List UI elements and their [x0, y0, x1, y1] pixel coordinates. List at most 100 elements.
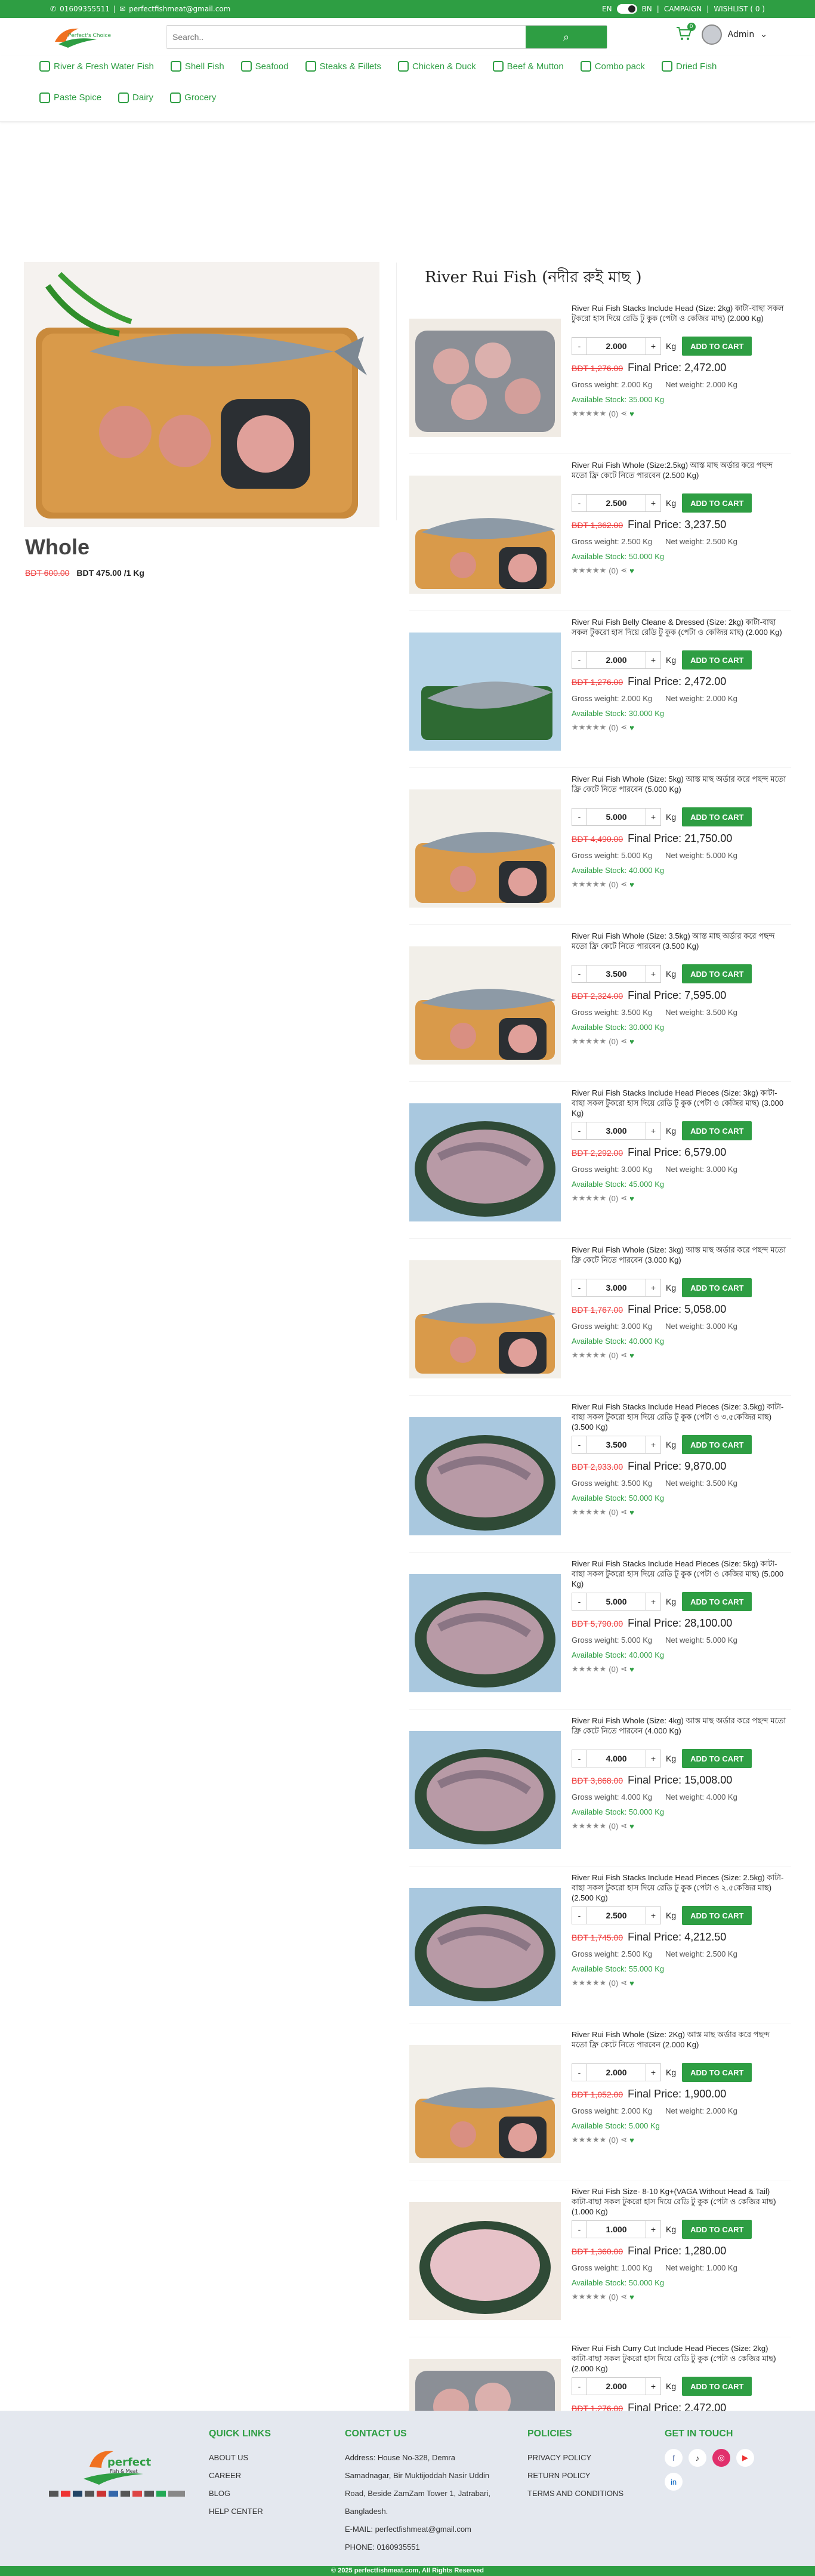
wishlist-link[interactable]: WISHLIST ( 0 )	[714, 5, 765, 13]
quantity-value[interactable]: 3.500	[586, 1436, 646, 1453]
minus-button[interactable]: -	[572, 1122, 586, 1139]
add-to-cart-button[interactable]: ADD TO CART	[682, 1278, 752, 1297]
heart-icon[interactable]: ♥	[629, 1037, 634, 1046]
facebook-icon[interactable]: f	[665, 2449, 683, 2467]
quantity-value[interactable]: 2.000	[586, 338, 646, 354]
heart-icon[interactable]: ♥	[629, 409, 634, 418]
add-to-cart-button[interactable]: ADD TO CART	[682, 2063, 752, 2082]
footer-link-blog[interactable]: BLOG	[209, 2485, 271, 2503]
variant-name[interactable]: River Rui Fish Whole (Size: 2Kg) আস্ত মা…	[572, 2029, 786, 2060]
plus-button[interactable]: +	[646, 652, 660, 668]
linkedin-icon[interactable]: in	[665, 2473, 683, 2491]
campaign-link[interactable]: CAMPAIGN	[664, 5, 702, 13]
quantity-value[interactable]: 5.000	[586, 1593, 646, 1610]
plus-button[interactable]: +	[646, 1750, 660, 1767]
variant-image[interactable]	[409, 1417, 561, 1535]
cart-button[interactable]: 0	[674, 23, 696, 45]
footer-logo[interactable]: perfect Fish & Meat	[48, 2443, 191, 2506]
minus-button[interactable]: -	[572, 809, 586, 825]
share-icon[interactable]: ⋖	[620, 2135, 627, 2145]
variant-name[interactable]: River Rui Fish Whole (Size:2.5kg) আস্ত ম…	[572, 460, 786, 491]
site-logo[interactable]: Perfect's Choice	[50, 24, 116, 50]
heart-icon[interactable]: ♥	[629, 1194, 634, 1203]
plus-button[interactable]: +	[646, 1279, 660, 1296]
share-icon[interactable]: ⋖	[620, 1821, 627, 1831]
quantity-value[interactable]: 3.000	[586, 1122, 646, 1139]
nav-item[interactable]: River & Fresh Water Fish	[39, 56, 154, 76]
variant-name[interactable]: River Rui Fish Stacks Include Head Piece…	[572, 1559, 786, 1590]
variant-name[interactable]: River Rui Fish Stacks Include Head Piece…	[572, 1402, 786, 1433]
variant-image[interactable]	[409, 633, 561, 751]
add-to-cart-button[interactable]: ADD TO CART	[682, 1592, 752, 1611]
topbar-email[interactable]: perfectfishmeat@gmail.com	[129, 5, 230, 13]
lang-en[interactable]: EN	[602, 5, 612, 13]
add-to-cart-button[interactable]: ADD TO CART	[682, 337, 752, 356]
plus-button[interactable]: +	[646, 2221, 660, 2238]
user-name[interactable]: Admin	[728, 30, 755, 39]
footer-link-privacy[interactable]: PRIVACY POLICY	[527, 2449, 623, 2467]
variant-name[interactable]: River Rui Fish Whole (Size: 3kg) আস্ত মা…	[572, 1245, 786, 1276]
heart-icon[interactable]: ♥	[629, 1665, 634, 1674]
footer-link-return[interactable]: RETURN POLICY	[527, 2467, 623, 2485]
add-to-cart-button[interactable]: ADD TO CART	[682, 2377, 752, 2396]
youtube-icon[interactable]: ▶	[736, 2449, 754, 2467]
variant-image[interactable]	[409, 946, 561, 1065]
share-icon[interactable]: ⋖	[620, 723, 627, 732]
heart-icon[interactable]: ♥	[629, 723, 634, 732]
plus-button[interactable]: +	[646, 1907, 660, 1924]
variant-name[interactable]: River Rui Fish Curry Cut Include Head Pi…	[572, 2343, 786, 2374]
nav-item[interactable]: Grocery	[170, 88, 216, 108]
variant-name[interactable]: River Rui Fish Stacks Include Head (Size…	[572, 303, 786, 334]
share-icon[interactable]: ⋖	[620, 1350, 627, 1360]
quantity-value[interactable]: 3.000	[586, 1279, 646, 1296]
heart-icon[interactable]: ♥	[629, 1979, 634, 1988]
nav-item[interactable]: Seafood	[240, 56, 289, 76]
variant-name[interactable]: River Rui Fish Size- 8-10 Kg+(VAGA Witho…	[572, 2186, 786, 2217]
variant-image[interactable]	[409, 1103, 561, 1221]
plus-button[interactable]: +	[646, 1436, 660, 1453]
nav-item[interactable]: Shell Fish	[170, 56, 224, 76]
share-icon[interactable]: ⋖	[620, 1507, 627, 1517]
variant-name[interactable]: River Rui Fish Belly Cleane & Dressed (S…	[572, 617, 786, 648]
quantity-value[interactable]: 2.500	[586, 1907, 646, 1924]
search-input[interactable]	[166, 26, 526, 48]
chevron-down-icon[interactable]: ⌄	[760, 30, 767, 39]
heart-icon[interactable]: ♥	[629, 2293, 634, 2302]
plus-button[interactable]: +	[646, 2064, 660, 2081]
topbar-phone[interactable]: 01609355511	[60, 5, 110, 13]
nav-item[interactable]: Combo pack	[580, 56, 645, 76]
minus-button[interactable]: -	[572, 338, 586, 354]
variant-image[interactable]	[409, 1731, 561, 1849]
heart-icon[interactable]: ♥	[629, 566, 634, 575]
share-icon[interactable]: ⋖	[620, 1978, 627, 1988]
share-icon[interactable]: ⋖	[620, 566, 627, 575]
quantity-value[interactable]: 2.000	[586, 652, 646, 668]
plus-button[interactable]: +	[646, 495, 660, 511]
variant-name[interactable]: River Rui Fish Stacks Include Head Piece…	[572, 1872, 786, 1904]
add-to-cart-button[interactable]: ADD TO CART	[682, 2220, 752, 2239]
minus-button[interactable]: -	[572, 2221, 586, 2238]
add-to-cart-button[interactable]: ADD TO CART	[682, 807, 752, 826]
variant-name[interactable]: River Rui Fish Whole (Size: 3.5kg) আস্ত …	[572, 931, 786, 962]
heart-icon[interactable]: ♥	[629, 880, 634, 889]
plus-button[interactable]: +	[646, 338, 660, 354]
minus-button[interactable]: -	[572, 652, 586, 668]
minus-button[interactable]: -	[572, 2064, 586, 2081]
minus-button[interactable]: -	[572, 1593, 586, 1610]
contact-email[interactable]: E-MAIL: perfectfishmeat@gmail.com	[345, 2521, 494, 2538]
plus-button[interactable]: +	[646, 965, 660, 982]
heart-icon[interactable]: ♥	[629, 1822, 634, 1831]
add-to-cart-button[interactable]: ADD TO CART	[682, 1906, 752, 1925]
quantity-value[interactable]: 2.000	[586, 2378, 646, 2395]
nav-item[interactable]: Beef & Mutton	[492, 56, 564, 76]
quantity-value[interactable]: 2.000	[586, 2064, 646, 2081]
contact-phone[interactable]: PHONE: 0160935551	[345, 2538, 494, 2556]
variant-name[interactable]: River Rui Fish Stacks Include Head Piece…	[572, 1088, 786, 1119]
nav-item[interactable]: Chicken & Duck	[397, 56, 476, 76]
variant-name[interactable]: River Rui Fish Whole (Size: 5kg) আস্ত মা…	[572, 774, 786, 805]
share-icon[interactable]: ⋖	[620, 1193, 627, 1203]
quantity-value[interactable]: 3.500	[586, 965, 646, 982]
minus-button[interactable]: -	[572, 1750, 586, 1767]
language-toggle[interactable]	[616, 4, 637, 14]
variant-name[interactable]: River Rui Fish Whole (Size: 4kg) আস্ত মা…	[572, 1716, 786, 1747]
